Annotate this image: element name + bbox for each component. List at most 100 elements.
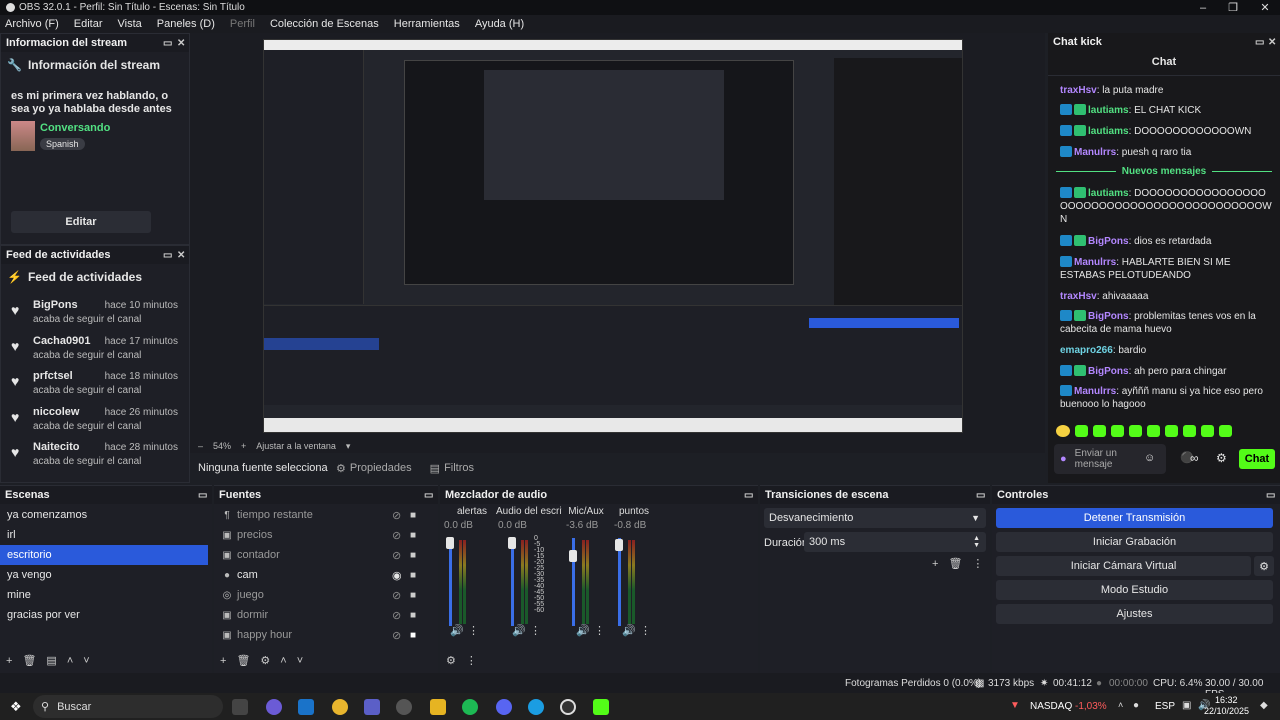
close-dock-icon[interactable]: ✕ [177, 38, 185, 49]
float-dock-icon[interactable]: ▭ [1266, 490, 1275, 501]
scene-filters-icon[interactable]: ▤ [46, 654, 56, 667]
stop-stream-button[interactable]: Detener Transmisión [996, 508, 1273, 528]
edge-icon[interactable] [528, 699, 544, 715]
task-view-icon[interactable] [232, 699, 248, 715]
hidden-eye-icon[interactable]: ⊘ [392, 549, 401, 562]
tray-chevron-icon[interactable]: ˄ [1118, 700, 1123, 710]
lock-icon[interactable]: ■ [410, 530, 416, 541]
menu-coleccion-escenas[interactable]: Colección de Escenas [270, 18, 379, 30]
speaker-icon[interactable]: 🔊 [450, 624, 464, 637]
lock-icon[interactable]: ■ [410, 550, 416, 561]
language-indicator[interactable]: ESP [1155, 701, 1175, 712]
float-dock-icon[interactable]: ▭ [1255, 37, 1264, 48]
start-button[interactable]: ❖ [10, 699, 22, 715]
scene-item[interactable]: mine [0, 585, 208, 605]
speaker-icon[interactable]: 🔊 [576, 624, 590, 637]
spin-arrows-icon[interactable]: ▲ ▼ [973, 535, 980, 549]
move-down-icon[interactable]: ˅ [83, 655, 89, 667]
properties-button[interactable]: ⚙ Propiedades [336, 462, 412, 475]
channel-menu-icon[interactable]: ⋮ [640, 624, 651, 637]
speaker-icon[interactable]: 🔊 [512, 624, 526, 637]
remove-source-icon[interactable]: 🗑 [236, 654, 250, 667]
source-item[interactable]: ▣ happy hour ⊘ ■ [214, 625, 426, 645]
hidden-eye-icon[interactable]: ⊘ [392, 589, 401, 602]
volume-fader[interactable] [511, 538, 514, 626]
lock-icon[interactable]: ■ [410, 610, 416, 621]
transition-select[interactable]: Desvanecimiento ▼ [764, 508, 986, 528]
scene-item[interactable]: ya comenzamos [0, 505, 208, 525]
teams-icon[interactable] [364, 699, 380, 715]
emote-icon[interactable] [1075, 425, 1088, 437]
duration-input[interactable]: 300 ms ▲ ▼ [804, 532, 986, 552]
spotify-icon[interactable] [462, 699, 478, 715]
menu-vista[interactable]: Vista [118, 18, 142, 30]
move-up-icon[interactable]: ˄ [67, 655, 73, 667]
close-window-button[interactable]: ✕ [1250, 0, 1280, 15]
tray-app-icon[interactable]: ● [1133, 700, 1139, 711]
outlook-icon[interactable] [298, 699, 314, 715]
zoom-out-button[interactable]: – [198, 441, 203, 451]
emote-icon[interactable] [1219, 425, 1232, 437]
chevron-down-icon[interactable]: ▾ [346, 441, 351, 452]
fader-knob[interactable] [508, 537, 516, 549]
source-item[interactable]: ◎ juego ⊘ ■ [214, 585, 426, 605]
source-settings-icon[interactable]: ⚙ [260, 654, 270, 667]
add-source-icon[interactable]: + [220, 655, 226, 667]
lock-icon[interactable]: ■ [410, 630, 416, 641]
emote-icon[interactable] [1183, 425, 1196, 437]
edit-stream-button[interactable]: Editar [11, 211, 151, 233]
channel-menu-icon[interactable]: ⋮ [530, 624, 541, 637]
menu-herramientas[interactable]: Herramientas [394, 18, 460, 30]
clock-date[interactable]: 22/10/2025 [1204, 706, 1249, 716]
close-dock-icon[interactable]: ✕ [177, 250, 185, 261]
settings-button[interactable]: Ajustes [996, 604, 1273, 624]
kick-icon[interactable] [593, 699, 609, 715]
float-dock-icon[interactable]: ▭ [163, 38, 172, 49]
add-transition-icon[interactable]: + [932, 558, 938, 570]
stock-name[interactable]: NASDAQ [1030, 701, 1072, 712]
hidden-eye-icon[interactable]: ⊘ [392, 609, 401, 622]
hidden-eye-icon[interactable]: ⊘ [392, 529, 401, 542]
visible-eye-icon[interactable]: ◉ [392, 569, 402, 582]
chrome-icon[interactable] [332, 699, 348, 715]
lock-icon[interactable]: ■ [410, 510, 416, 521]
channel-menu-icon[interactable]: ⋮ [594, 624, 605, 637]
studio-mode-button[interactable]: Modo Estudio [996, 580, 1273, 600]
minimize-button[interactable]: – [1188, 0, 1218, 15]
fit-window-label[interactable]: Ajustar a la ventana [256, 441, 336, 451]
discord-icon[interactable] [496, 699, 512, 715]
close-dock-icon[interactable]: ✕ [1268, 37, 1276, 48]
emote-icon[interactable] [1165, 425, 1178, 437]
lock-icon[interactable]: ■ [410, 570, 416, 581]
source-item[interactable]: ● cam ◉ ■ [214, 565, 426, 585]
menu-paneles[interactable]: Paneles (D) [157, 18, 215, 30]
emoji-icon[interactable]: ☺ [1144, 452, 1155, 464]
float-dock-icon[interactable]: ▭ [163, 250, 172, 261]
float-dock-icon[interactable]: ▭ [976, 490, 985, 501]
virtual-camera-settings-button[interactable]: ⚙ [1254, 556, 1274, 576]
lock-icon[interactable]: ■ [410, 590, 416, 601]
transition-menu-icon[interactable]: ⋮ [972, 557, 983, 570]
move-up-icon[interactable]: ˄ [280, 655, 286, 667]
virtual-camera-button[interactable]: Iniciar Cámara Virtual [996, 556, 1251, 576]
menu-perfil[interactable]: Perfil [230, 18, 255, 30]
hidden-eye-icon[interactable]: ⊘ [392, 509, 401, 522]
scene-item[interactable]: gracias por ver [0, 605, 208, 625]
chat-send-button[interactable]: Chat [1239, 449, 1275, 469]
fader-knob[interactable] [569, 550, 577, 562]
network-tray-icon[interactable]: ▣ [1182, 700, 1191, 711]
emote-icon[interactable] [1056, 425, 1070, 437]
float-dock-icon[interactable]: ▭ [198, 490, 207, 501]
scene-item[interactable]: irl [0, 525, 208, 545]
mixer-menu-icon[interactable]: ⋮ [466, 654, 477, 667]
clock-time[interactable]: 16:32 [1215, 695, 1238, 705]
obs-icon[interactable] [560, 699, 576, 715]
microphone-icon[interactable]: ● [1060, 453, 1067, 465]
emote-icon[interactable] [1111, 425, 1124, 437]
copilot-icon[interactable] [266, 699, 282, 715]
emote-icon[interactable] [1147, 425, 1160, 437]
start-recording-button[interactable]: Iniciar Grabación [996, 532, 1273, 552]
restore-button[interactable]: ❐ [1218, 0, 1248, 15]
filters-button[interactable]: ▤ Filtros [430, 462, 474, 475]
taskbar-search[interactable]: ⚲ Buscar [33, 695, 223, 718]
